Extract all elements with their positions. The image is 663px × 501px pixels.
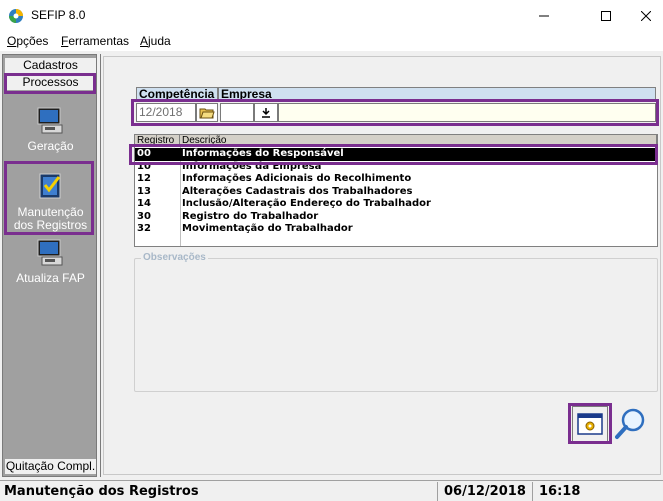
manutencao-label-2: dos Registros <box>13 218 88 232</box>
observacoes-group: Observações <box>134 252 658 392</box>
manutencao-registros-button[interactable]: Manutenção dos Registros <box>5 171 96 232</box>
registro-code: 00 <box>137 148 151 159</box>
menu-ajuda[interactable]: Ajuda <box>140 34 171 48</box>
tab-processos[interactable]: Processos <box>5 75 96 90</box>
status-bar: Manutenção dos Registros 06/12/2018 16:1… <box>0 480 663 501</box>
registro-code: 10 <box>137 160 151 172</box>
minimize-button[interactable] <box>521 0 567 32</box>
registro-description: Movimentação do Trabalhador <box>182 223 353 234</box>
grid-header-registro[interactable]: Registro <box>135 135 180 147</box>
minimize-icon <box>539 15 549 17</box>
download-arrow-icon <box>262 107 270 118</box>
tab-cadastros[interactable]: Cadastros <box>5 58 96 73</box>
atualiza-fap-label: Atualiza FAP <box>16 271 85 285</box>
empresa-header: Empresa <box>218 87 656 102</box>
table-row[interactable]: 12 Informações Adicionais do Recolhimento <box>135 173 657 186</box>
registro-description: Inclusão/Alteração Endereço do Trabalhad… <box>182 198 431 209</box>
sidebar: Cadastros Processos Geração Manutenção d… <box>2 54 97 477</box>
search-button[interactable] <box>612 406 648 442</box>
title-bar: SEFIP 8.0 <box>0 0 663 32</box>
menu-bar: Opções Ferramentas Ajuda <box>0 32 663 51</box>
registro-code: 13 <box>137 185 151 197</box>
registros-grid: Registro Descrição 00 Informações do Resp… <box>134 134 658 247</box>
table-row[interactable]: 14 Inclusão/Alteração Endereço do Trabalh… <box>135 198 657 211</box>
tab-quitacao[interactable]: Quitação Compl. <box>5 459 96 474</box>
registro-description: Informações da Empresa <box>182 160 322 172</box>
window-title: SEFIP 8.0 <box>31 8 86 22</box>
manutencao-label-1: Manutenção <box>17 205 84 219</box>
table-row[interactable]: 00 Informações do Responsável <box>135 148 657 161</box>
open-folder-icon <box>199 108 215 118</box>
table-row[interactable]: 13 Alterações Cadastrais dos Trabalhadore… <box>135 186 657 199</box>
magnifier-icon <box>615 408 645 439</box>
execute-button[interactable] <box>572 406 608 442</box>
registro-code: 14 <box>137 198 151 209</box>
maximize-icon <box>601 11 611 21</box>
atualiza-fap-button[interactable]: Atualiza FAP <box>5 237 96 285</box>
computer-disk-icon <box>37 107 62 134</box>
empresa-code-field[interactable] <box>220 103 254 122</box>
close-icon <box>641 11 651 21</box>
geracao-button[interactable]: Geração <box>5 105 96 153</box>
registro-description: Informações do Responsável <box>182 148 344 159</box>
computer-disk-icon <box>37 239 62 266</box>
status-module: Manutenção dos Registros <box>4 484 199 499</box>
sefip-app-icon <box>9 9 23 23</box>
status-time: 16:18 <box>532 482 622 501</box>
checklist-document-icon <box>39 173 60 199</box>
competencia-field[interactable]: 12/2018 <box>136 103 196 122</box>
registro-code: 30 <box>137 210 151 222</box>
competencia-header: Competência <box>136 87 218 102</box>
open-folder-button[interactable] <box>196 103 218 122</box>
observacoes-label: Observações <box>141 252 208 263</box>
menu-ferramentas[interactable]: Ferramentas <box>61 34 129 48</box>
registro-description: Registro do Trabalhador <box>182 210 319 222</box>
table-row[interactable]: 32 Movimentação do Trabalhador <box>135 223 657 236</box>
window-gear-icon <box>577 413 603 435</box>
grid-header-descricao[interactable]: Descrição <box>180 135 657 147</box>
table-row[interactable]: 30 Registro do Trabalhador <box>135 211 657 224</box>
menu-opcoes[interactable]: Opções <box>7 34 48 48</box>
empresa-dropdown-button[interactable] <box>254 103 278 122</box>
close-button[interactable] <box>623 0 663 32</box>
registro-description: Alterações Cadastrais dos Trabalhadores <box>182 185 413 197</box>
registro-code: 32 <box>137 223 151 234</box>
table-row[interactable]: 10 Informações da Empresa <box>135 161 657 174</box>
registro-code: 12 <box>137 173 151 184</box>
geracao-label: Geração <box>27 139 74 153</box>
registro-description: Informações Adicionais do Recolhimento <box>182 173 412 184</box>
empresa-name-field[interactable] <box>278 103 656 122</box>
status-date: 06/12/2018 <box>437 482 532 501</box>
